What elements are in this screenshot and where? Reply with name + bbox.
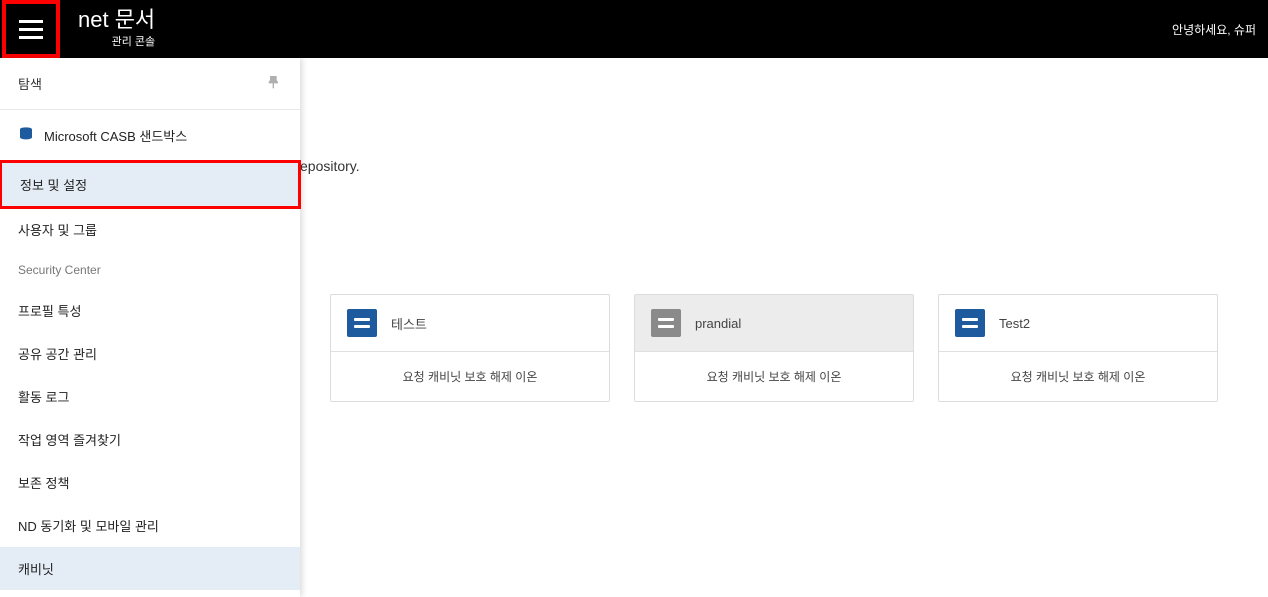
sidebar-item-label: 활동 로그 [18, 390, 69, 405]
cards-row: 테스트 요청 캐비닛 보호 해제 이온 prandial 요청 캐비닛 보호 해… [330, 294, 1268, 402]
card-title: prandial [695, 316, 741, 331]
sidebar-item-label: 사용자 및 그룹 [18, 223, 97, 238]
sidebar-item-info-settings[interactable]: 정보 및 설정 [0, 160, 301, 209]
greeting-text: 안녕하세요, 슈퍼 [1172, 21, 1256, 38]
sidebar-category-label: Security Center [18, 263, 101, 277]
brand-subtitle: 관리 콘솔 [78, 33, 155, 49]
pin-icon[interactable] [266, 74, 282, 93]
hamburger-menu-button[interactable] [13, 11, 49, 47]
sidebar-item-label: ND 동기화 및 모바일 관리 [18, 519, 159, 534]
card-header: prandial [635, 295, 913, 352]
sidebar-item-label: 보존 정책 [18, 476, 69, 491]
sidebar-item-retention-policy[interactable]: 보존 정책 [0, 461, 300, 504]
top-header: net 문서 관리 콘솔 안녕하세요, 슈퍼 [0, 0, 1268, 58]
brand: net 문서 관리 콘솔 [78, 9, 155, 49]
card-header: Test2 [939, 295, 1217, 352]
card-title: Test2 [999, 316, 1030, 331]
sidebar-header: 탐색 [0, 58, 300, 110]
sidebar-section-casb[interactable]: Microsoft CASB 샌드박스 [0, 110, 300, 161]
sidebar-title: 탐색 [18, 74, 42, 93]
sidebar-item-users-groups[interactable]: 사용자 및 그룹 [0, 208, 300, 251]
sidebar-item-workspace-favorites[interactable]: 작업 영역 즐겨찾기 [0, 418, 300, 461]
cabinet-card[interactable]: Test2 요청 캐비닛 보호 해제 이온 [938, 294, 1218, 402]
sidebar-item-cabinet[interactable]: 캐비닛 [0, 547, 300, 590]
card-header: 테스트 [331, 295, 609, 352]
sidebar-category-security: Security Center [0, 251, 300, 289]
sidebar: 탐색 Microsoft CASB 샌드박스 정보 및 설정 사용자 및 그룹 … [0, 58, 300, 597]
content-description: epository. [300, 158, 1268, 174]
card-subtitle: 요청 캐비닛 보호 해제 이온 [939, 352, 1217, 401]
sidebar-item-profile-traits[interactable]: 프로필 특성 [0, 289, 300, 332]
sidebar-item-label: 캐비닛 [18, 562, 54, 577]
sidebar-item-activity-log[interactable]: 활동 로그 [0, 375, 300, 418]
sidebar-item-nd-sync[interactable]: ND 동기화 및 모바일 관리 [0, 504, 300, 547]
card-title: 테스트 [391, 314, 427, 333]
brand-title: net 문서 [78, 9, 155, 31]
hamburger-highlight [2, 0, 60, 58]
cabinet-card[interactable]: prandial 요청 캐비닛 보호 해제 이온 [634, 294, 914, 402]
card-subtitle: 요청 캐비닛 보호 해제 이온 [635, 352, 913, 401]
cabinet-icon [651, 309, 681, 337]
sidebar-section-label: Microsoft CASB 샌드박스 [44, 126, 187, 145]
sidebar-item-label: 작업 영역 즐겨찾기 [18, 433, 121, 448]
sidebar-item-shared-space[interactable]: 공유 공간 관리 [0, 332, 300, 375]
card-subtitle: 요청 캐비닛 보호 해제 이온 [331, 352, 609, 401]
sidebar-item-label: 프로필 특성 [18, 304, 81, 319]
sidebar-item-label: 공유 공간 관리 [18, 347, 97, 362]
cabinet-card[interactable]: 테스트 요청 캐비닛 보호 해제 이온 [330, 294, 610, 402]
cabinet-icon [347, 309, 377, 337]
database-icon [18, 126, 34, 145]
cabinet-icon [955, 309, 985, 337]
sidebar-item-label: 정보 및 설정 [20, 178, 87, 193]
